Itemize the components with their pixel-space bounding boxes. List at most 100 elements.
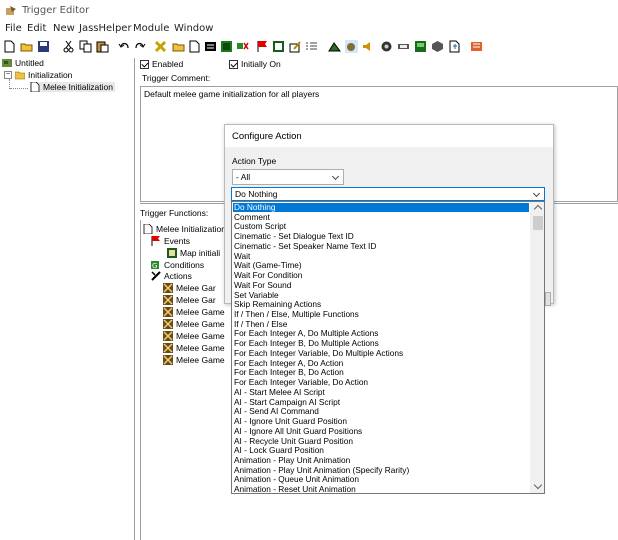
- action-option[interactable]: AI - Lock Guard Position: [234, 446, 324, 455]
- menu-module[interactable]: Module: [133, 23, 169, 34]
- fn-action-item[interactable]: Melee Game: [163, 307, 225, 317]
- fn-tree-root[interactable]: Melee Initialization: [143, 224, 226, 234]
- action-option[interactable]: Wait For Condition: [234, 271, 302, 280]
- action-option[interactable]: Cinematic - Set Dialogue Text ID: [234, 232, 354, 241]
- title-bar: Trigger Editor: [0, 0, 618, 22]
- action-option[interactable]: Cinematic - Set Speaker Name Text ID: [234, 242, 376, 251]
- test-map-flag-icon[interactable]: [470, 40, 483, 53]
- redo-icon[interactable]: [133, 40, 146, 53]
- action-type-value: - All: [236, 172, 251, 182]
- action-select[interactable]: Do Nothing: [231, 187, 545, 201]
- action-option[interactable]: AI - Start Melee AI Script: [234, 388, 325, 397]
- action-option[interactable]: Set Variable: [234, 290, 279, 300]
- action-type-label: Action Type: [232, 156, 277, 166]
- tree-root[interactable]: Untitled: [2, 58, 44, 68]
- fn-tree-event-item[interactable]: Map initiali: [167, 248, 220, 258]
- fn-tree-actions[interactable]: Actions: [151, 271, 192, 281]
- fn-tree-conditions[interactable]: G Conditions: [151, 260, 204, 270]
- menu-new[interactable]: New: [53, 23, 75, 34]
- trigger-functions-tree: Melee Initialization Events Map initiali…: [140, 220, 230, 540]
- action-option[interactable]: AI - Ignore All Unit Guard Positions: [234, 427, 362, 436]
- menu-jasshelper[interactable]: JassHelper: [79, 23, 132, 34]
- action-option[interactable]: Custom Script: [234, 222, 286, 231]
- action-option[interactable]: For Each Integer B, Do Multiple Actions: [234, 339, 379, 348]
- toolbar: [0, 38, 618, 58]
- new-event-icon[interactable]: [220, 40, 233, 53]
- sound-editor-icon[interactable]: [362, 40, 375, 53]
- save-icon[interactable]: [37, 40, 50, 53]
- fn-action-item[interactable]: Melee Game: [163, 355, 225, 365]
- undo-icon[interactable]: [118, 40, 131, 53]
- action-option[interactable]: Animation - Queue Unit Animation: [234, 475, 359, 484]
- action-option[interactable]: Animation - Reset Unit Animation: [234, 485, 356, 493]
- action-option[interactable]: For Each Integer A, Do Action: [234, 358, 343, 368]
- action-option[interactable]: For Each Integer A, Do Multiple Actions: [234, 329, 378, 338]
- action-option[interactable]: Wait For Sound: [234, 281, 291, 290]
- action-option[interactable]: For Each Integer Variable, Do Action: [234, 378, 368, 387]
- action-option[interactable]: AI - Recycle Unit Guard Position: [234, 436, 353, 446]
- terrain-editor-icon[interactable]: [328, 40, 341, 53]
- checkbox-checked-icon: [229, 59, 238, 69]
- menu-edit[interactable]: Edit: [27, 23, 46, 34]
- scrollbar[interactable]: [530, 202, 544, 493]
- initially-on-checkbox[interactable]: Initially On: [229, 59, 281, 69]
- open-folder-icon[interactable]: [20, 40, 33, 53]
- new-condition-icon[interactable]: [236, 40, 249, 53]
- collapse-toggle-icon[interactable]: −: [4, 71, 12, 79]
- fn-action-item[interactable]: Melee Gar: [163, 295, 216, 305]
- new-trigger-icon[interactable]: [188, 40, 201, 53]
- melee-action-icon: [163, 319, 173, 329]
- tree-trigger-melee-initialization[interactable]: Melee Initialization: [30, 82, 115, 92]
- new-action-flag-icon[interactable]: [256, 40, 269, 53]
- action-option[interactable]: Animation - Play Unit Animation (Specify…: [234, 465, 409, 475]
- action-option[interactable]: AI - Start Campaign AI Script: [234, 397, 340, 407]
- fn-tree-events[interactable]: Events: [151, 236, 190, 246]
- paste-icon[interactable]: [96, 40, 109, 53]
- pen-edit-icon[interactable]: [289, 40, 302, 53]
- test-map-icon[interactable]: [272, 40, 285, 53]
- copy-icon[interactable]: [79, 40, 92, 53]
- scroll-up-arrow-icon[interactable]: [533, 204, 543, 214]
- action-option[interactable]: For Each Integer Variable, Do Multiple A…: [234, 349, 403, 358]
- action-option[interactable]: Wait (Game-Time): [234, 261, 302, 270]
- new-file-icon[interactable]: [3, 40, 16, 53]
- menu-window[interactable]: Window: [174, 23, 213, 34]
- action-option[interactable]: AI - Ignore Unit Guard Position: [234, 417, 347, 426]
- object-manager-icon[interactable]: [431, 40, 444, 53]
- fn-events-label: Events: [164, 236, 190, 246]
- fn-action-item[interactable]: Melee Gar: [163, 283, 216, 293]
- menu-file[interactable]: File: [5, 23, 22, 34]
- action-option[interactable]: If / Then / Else: [234, 320, 287, 329]
- action-option[interactable]: Skip Remaining Actions: [234, 300, 321, 309]
- action-option[interactable]: If / Then / Else, Multiple Functions: [234, 310, 359, 319]
- delete-icon[interactable]: [154, 40, 167, 53]
- action-option[interactable]: Do Nothing: [233, 203, 529, 212]
- import-manager-icon[interactable]: [448, 40, 461, 53]
- melee-action-icon: [163, 355, 173, 365]
- new-comment-icon[interactable]: [204, 40, 217, 53]
- enabled-checkbox[interactable]: Enabled: [140, 59, 183, 69]
- object-editor-icon[interactable]: [380, 40, 393, 53]
- action-option[interactable]: Animation - Play Unit Animation: [234, 456, 350, 465]
- fn-action-item[interactable]: Melee Game: [163, 319, 225, 329]
- fn-action-item-label: Melee Game: [176, 319, 225, 329]
- action-option[interactable]: Comment: [234, 213, 270, 222]
- ai-editor-icon[interactable]: [414, 40, 427, 53]
- dialog-button-edge[interactable]: [545, 292, 551, 306]
- campaign-editor-icon[interactable]: [397, 40, 410, 53]
- action-type-select[interactable]: - All: [232, 169, 344, 185]
- action-option[interactable]: For Each Integer B, Do Action: [234, 368, 344, 377]
- scroll-down-arrow-icon[interactable]: [533, 480, 543, 490]
- tree-category-initialization[interactable]: − Initialization: [4, 70, 72, 80]
- scroll-thumb[interactable]: [533, 216, 543, 230]
- action-option[interactable]: Wait: [234, 251, 250, 261]
- dialog-title: Configure Action: [232, 131, 302, 142]
- dialog-title-bar[interactable]: Configure Action: [225, 125, 553, 147]
- new-category-icon[interactable]: [172, 40, 185, 53]
- unit-editor-icon[interactable]: [345, 40, 358, 53]
- action-option[interactable]: AI - Send AI Command: [234, 407, 319, 416]
- cut-icon[interactable]: [62, 40, 75, 53]
- fn-action-item[interactable]: Melee Game: [163, 343, 225, 353]
- list-icon[interactable]: [305, 40, 318, 53]
- fn-action-item[interactable]: Melee Game: [163, 331, 225, 341]
